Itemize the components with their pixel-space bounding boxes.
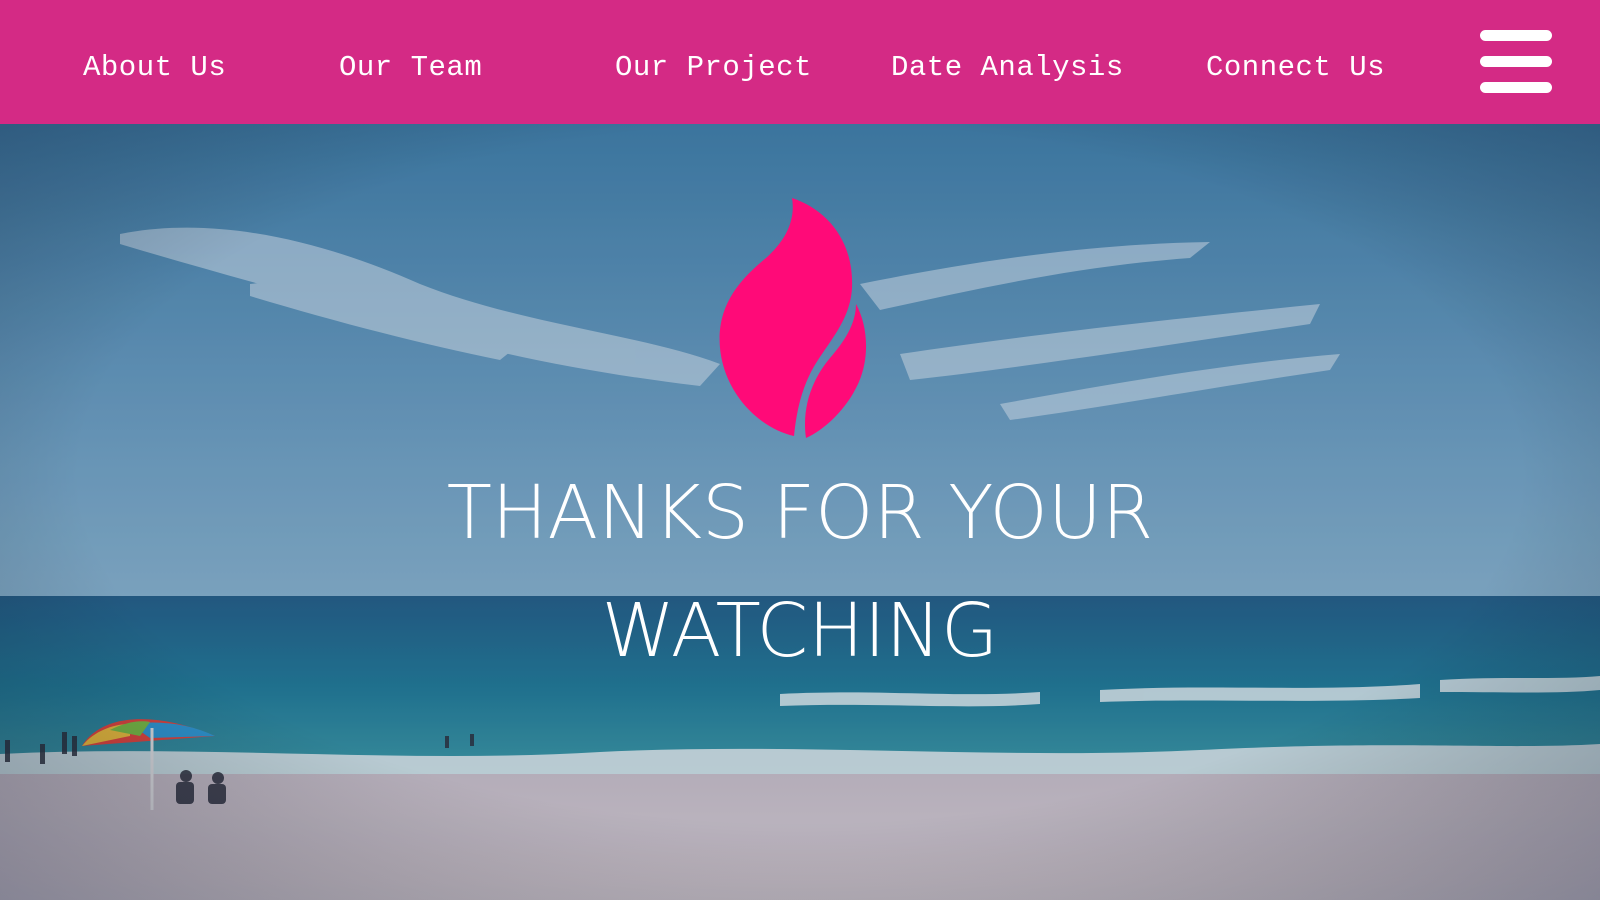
nav-item-about-us[interactable]: About Us bbox=[83, 46, 226, 90]
thanks-headline: THANKS FOR YOUR WATCHING bbox=[300, 454, 1300, 690]
hero-section: THANKS FOR YOUR WATCHING bbox=[0, 124, 1600, 900]
nav-item-connect-us[interactable]: Connect Us bbox=[1206, 46, 1385, 90]
hamburger-menu-icon[interactable] bbox=[1480, 30, 1552, 94]
nav-item-our-project[interactable]: Our Project bbox=[615, 46, 812, 90]
flame-icon bbox=[719, 198, 867, 438]
nav-item-our-team[interactable]: Our Team bbox=[339, 46, 482, 90]
headline-line-2: WATCHING bbox=[601, 588, 999, 674]
nav-item-date-analysis[interactable]: Date Analysis bbox=[891, 46, 1124, 90]
headline-line-1: THANKS FOR YOUR bbox=[446, 470, 1154, 556]
top-nav-bar: About Us Our Team Our Project Date Analy… bbox=[0, 0, 1600, 124]
